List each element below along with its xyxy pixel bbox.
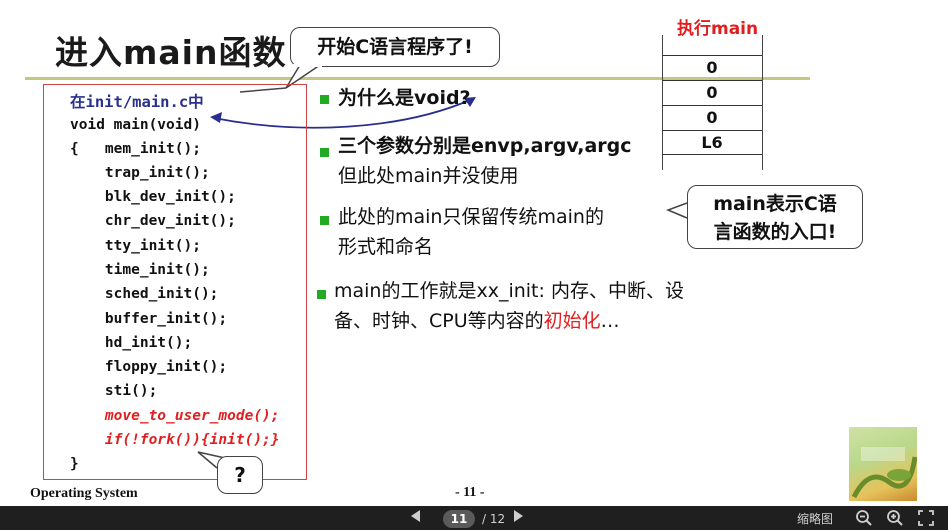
stack-caption: 执行main [677, 19, 759, 39]
zoom-out-icon[interactable] [855, 509, 873, 527]
bullet-2-line2: 但此处main并没使用 [338, 165, 519, 187]
code-line: trap_init(); [70, 165, 210, 181]
bullet-4-line2: 备、时钟、CPU等内容的初始化… [334, 306, 684, 336]
footer-page-number: - 11 - [455, 485, 485, 500]
dinosaur-illustration [851, 447, 917, 499]
code-line: buffer_init(); [70, 311, 228, 327]
code-line-red: move_to_user_mode(); [70, 408, 280, 424]
book-cover-image [849, 427, 917, 501]
triangle-right-icon[interactable] [514, 510, 523, 522]
code-line: void main(void) [70, 117, 201, 133]
bullet-4-line2-suffix: … [600, 310, 620, 332]
code-closing-brace: } [70, 456, 79, 472]
bullet-4: main的工作就是xx_init: 内存、中断、设 备、时钟、CPU等内容的初始… [334, 276, 684, 336]
stack-cell: 0 [662, 80, 762, 105]
bullet-icon [320, 216, 329, 225]
fullscreen-icon[interactable] [917, 509, 935, 527]
code-line: blk_dev_init(); [70, 189, 236, 205]
zoom-in-icon[interactable] [886, 509, 904, 527]
bullet-icon [320, 95, 329, 104]
code-line: sched_init(); [70, 286, 219, 302]
bullet-1: 为什么是void? [338, 83, 471, 113]
code-line: floppy_init(); [70, 359, 228, 375]
code-header: 在init/main.c中 [70, 93, 204, 111]
thumbnails-button[interactable]: 缩略图 [797, 510, 833, 528]
callout-top-pointer-mask [292, 64, 322, 67]
code-line: { mem_init(); [70, 141, 201, 157]
bullet-4-highlight: 初始化 [543, 310, 601, 332]
stack-cell: 0 [662, 105, 762, 130]
callout-main-entry: main表示C语 言函数的入口! [687, 185, 863, 249]
code-line: chr_dev_init(); [70, 213, 236, 229]
callout-right-line2: 言函数的入口! [713, 221, 837, 243]
code-line-red: if(!fork()){init();} [70, 432, 280, 448]
bullet-3: 此处的main只保留传统main的 形式和命名 [338, 202, 604, 262]
callout-right-pointer [665, 202, 688, 219]
triangle-left-icon[interactable] [411, 510, 420, 522]
code-line: sti(); [70, 383, 158, 399]
bullet-2-line1: 三个参数分别是envp,argv,argc [338, 135, 632, 157]
code-line: hd_init(); [70, 335, 193, 351]
stack-cell: 0 [662, 55, 762, 80]
bullet-2: 三个参数分别是envp,argv,argc 但此处main并没使用 [338, 131, 632, 191]
bullet-icon [320, 148, 329, 157]
page-number-input[interactable]: 11 [443, 510, 475, 528]
bullet-3-line1: 此处的main只保留传统main的 [338, 206, 604, 228]
stack-right-edge [762, 35, 763, 170]
bullet-4-line1: main的工作就是xx_init: 内存、中断、设 [334, 280, 684, 302]
code-line: tty_init(); [70, 238, 201, 254]
stack-cell: L6 [662, 130, 762, 155]
footer-course: Operating System [30, 486, 138, 501]
page-total: / 12 [482, 512, 506, 526]
bullet-icon [317, 290, 326, 299]
bullet-3-line2: 形式和命名 [338, 236, 434, 258]
bullet-1-text: 为什么是void? [338, 87, 471, 109]
code-line: time_init(); [70, 262, 210, 278]
callout-question: ? [217, 456, 263, 494]
callout-right-line1: main表示C语 [713, 193, 837, 215]
bullet-4-line2-prefix: 备、时钟、CPU等内容的 [334, 310, 544, 332]
